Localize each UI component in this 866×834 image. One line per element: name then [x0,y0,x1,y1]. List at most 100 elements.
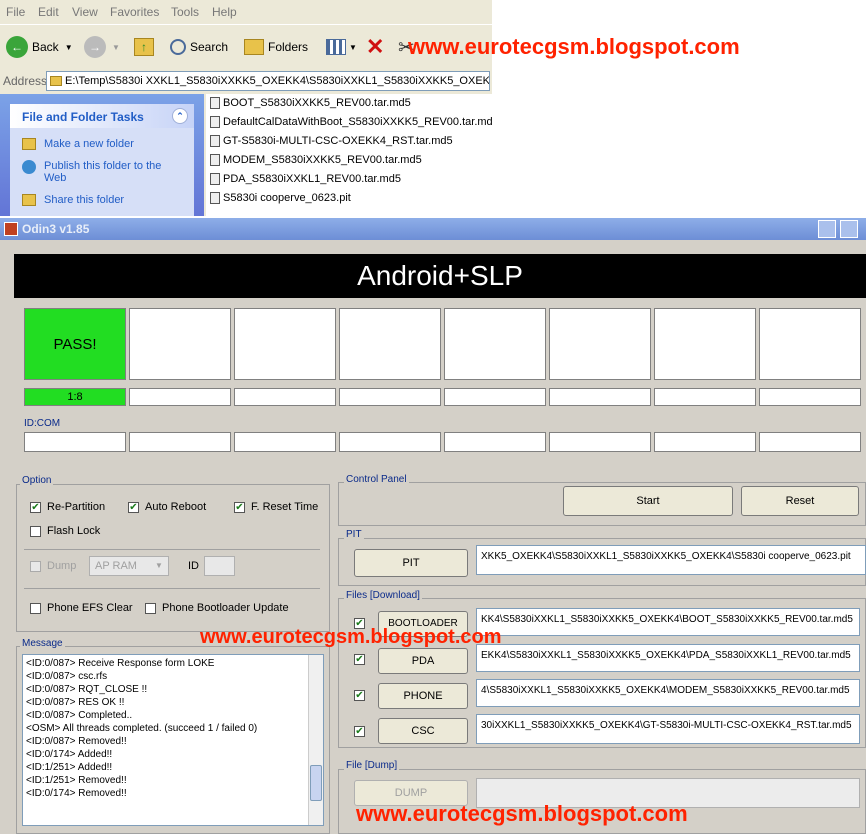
progress-slot-4 [339,388,441,406]
bootloader-path-field[interactable]: KK4\S5830iXXKL1_S5830iXXKK5_OXEKK4\BOOT_… [476,608,860,636]
log-line: <ID:1/251> Removed!! [26,775,127,786]
csc-path-field[interactable]: 30iXXKL1_S5830iXXKK5_OXEKK4\GT-S5830i-MU… [476,714,860,744]
search-button[interactable]: Search [170,35,228,59]
status-slot-2 [129,308,231,380]
option-label: Option [20,475,54,486]
progress-slot-6 [549,388,651,406]
idcom-slot [129,432,231,452]
flash-lock-checkbox[interactable]: Flash Lock [30,525,100,537]
file-icon [210,172,220,185]
up-folder-button[interactable]: ↑ [134,35,154,59]
address-value: E:\Temp\S5830i XXKL1_S5830iXXKK5_OXEKK4\… [65,75,490,87]
f-reset-time-checkbox[interactable]: ✔ F. Reset Time [234,501,318,513]
log-line: <ID:0/174> Added!! [26,749,113,760]
banner: Android+SLP [14,254,866,298]
idcom-slot [234,432,336,452]
delete-icon[interactable]: ✕ [366,34,384,59]
menu-file[interactable]: File [6,5,25,19]
reset-button[interactable]: Reset [741,486,859,516]
pda-path-field[interactable]: EKK4\S5830iXXKL1_S5830iXXKK5_OXEKK4\PDA_… [476,644,860,672]
csc-checkbox[interactable]: ✔ [354,726,371,737]
watermark-text: www.eurotecgsm.blogspot.com [408,34,740,59]
phone-efs-clear-checkbox[interactable]: Phone EFS Clear [30,602,133,614]
progress-slot-1: 1:8 [24,388,126,406]
views-button[interactable]: ▼ [326,35,357,59]
status-slot-1: PASS! [24,308,126,380]
pit-button[interactable]: PIT [354,549,468,577]
make-new-folder-link[interactable]: Make a new folder [22,138,134,150]
chevron-down-icon: ▼ [155,561,163,570]
scrollbar-thumb[interactable] [310,765,322,801]
collapse-icon[interactable]: ⌃ [172,108,188,124]
back-button[interactable]: ← Back ▼ [6,35,73,59]
menu-favorites[interactable]: Favorites [110,5,159,19]
menu-tools[interactable]: Tools [171,5,199,19]
dump-type-select[interactable]: AP RAM ▼ [89,556,169,576]
task-pane-title[interactable]: File and Folder Tasks ⌃ [10,104,194,128]
pit-path-field[interactable]: XKK5_OXEKK4\S5830iXXKL1_S5830iXXKK5_OXEK… [476,545,866,575]
dump-checkbox[interactable]: Dump [30,560,76,572]
file-item[interactable]: BOOT_S5830iXXKK5_REV00.tar.md5 [210,94,411,111]
file-item[interactable]: PDA_S5830iXXKL1_REV00.tar.md5 [210,170,401,187]
folders-button[interactable]: Folders [244,35,308,59]
publish-folder-link[interactable]: Publish this folder to the Web [22,160,172,184]
dropdown-arrow-icon: ▼ [64,42,73,52]
message-scrollbar[interactable] [308,655,323,825]
task-pane: File and Folder Tasks ⌃ Make a new folde… [0,94,204,216]
idcom-slot [654,432,756,452]
status-slot-5 [444,308,546,380]
app-icon [4,222,18,236]
menu-view[interactable]: View [72,5,98,19]
phone-bootloader-update-checkbox[interactable]: Phone Bootloader Update [145,602,289,614]
window-title: Odin3 v1.85 [22,222,90,236]
message-log[interactable]: <ID:0/087> Receive Response form LOKE <I… [22,654,324,826]
minimize-icon[interactable] [818,220,836,238]
address-input[interactable]: E:\Temp\S5830i XXKL1_S5830iXXKK5_OXEKK4\… [46,71,490,91]
file-item[interactable]: S5830i cooperve_0623.pit [210,189,351,206]
phone-checkbox[interactable]: ✔ [354,690,371,701]
phone-button[interactable]: PHONE [378,683,468,709]
checkmark-icon: ✔ [234,501,245,513]
files-download-label: Files [Download] [344,590,422,601]
share-folder-link[interactable]: Share this folder [22,194,124,206]
message-label: Message [20,638,65,649]
file-icon [210,153,220,166]
auto-reboot-checkbox[interactable]: ✔ Auto Reboot [128,501,206,513]
folders-label: Folders [268,40,309,54]
file-icon [210,115,220,128]
maximize-icon[interactable] [840,220,858,238]
explorer-window: File Edit View Favorites Tools Help ← Ba… [0,0,492,216]
file-item[interactable]: GT-S5830i-MULTI-CSC-OXEKK4_RST.tar.md5 [210,132,453,149]
id-input[interactable] [204,556,235,576]
dropdown-arrow-icon: ▼ [112,42,120,52]
menu-edit[interactable]: Edit [38,5,59,19]
menu-bar: File Edit View Favorites Tools Help [0,0,492,24]
search-icon [170,39,186,55]
checkmark-icon: ✔ [128,501,139,513]
log-line: <ID:1/251> Added!! [26,762,113,773]
progress-slot-7 [654,388,756,406]
idcom-slot [759,432,861,452]
pda-button[interactable]: PDA [378,648,468,674]
status-slot-4 [339,308,441,380]
re-partition-checkbox[interactable]: ✔ Re-Partition [30,501,105,513]
phone-path-field[interactable]: 4\S5830iXXKL1_S5830iXXKK5_OXEKK4\MODEM_S… [476,679,860,707]
csc-button[interactable]: CSC [378,718,468,744]
menu-help[interactable]: Help [212,5,237,19]
progress-slot-5 [444,388,546,406]
start-button[interactable]: Start [563,486,733,516]
checkmark-icon: ✔ [354,690,365,701]
divider [24,588,320,589]
pda-checkbox[interactable]: ✔ [354,654,371,665]
folders-icon [244,39,264,55]
checkmark-icon: ✔ [354,726,365,737]
forward-button[interactable]: → ▼ [84,35,120,59]
progress-slot-3 [234,388,336,406]
file-item[interactable]: DefaultCalDataWithBoot_S5830iXXKK5_REV00… [210,113,492,130]
up-folder-icon: ↑ [134,38,154,56]
odin-titlebar[interactable]: Odin3 v1.85 [0,218,866,240]
file-item[interactable]: MODEM_S5830iXXKK5_REV00.tar.md5 [210,151,422,168]
checkmark-icon: ✔ [354,654,365,665]
pit-label: PIT [344,529,364,540]
file-dump-label: File [Dump] [344,760,400,771]
